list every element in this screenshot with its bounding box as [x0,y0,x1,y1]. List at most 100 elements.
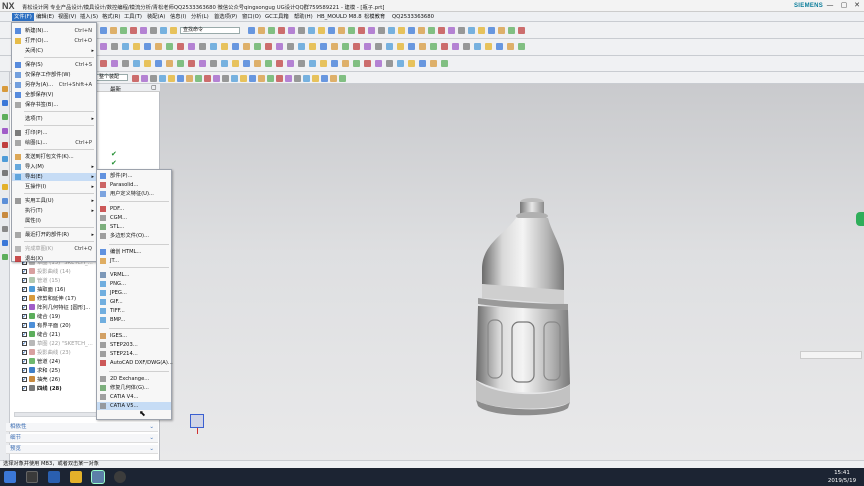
menu-analysis[interactable]: 分析(L) [189,13,211,21]
export-menu-item[interactable]: CATIA V5... [97,402,171,410]
export-menu-item[interactable]: 修复几何体(G)... [97,384,171,392]
file-menu-item[interactable]: 导出(E) ▸ [12,173,96,181]
menu-hb-mould[interactable]: HB_MOULD M8.8 [315,13,364,21]
resource-bar-icon[interactable] [2,170,8,176]
export-menu-item[interactable]: CGM... [97,214,171,222]
tree-row[interactable]: 草图 (22) "SKETCH_... [22,339,93,349]
menu-view[interactable]: 视图(V) [56,13,78,21]
resource-bar-icon[interactable] [2,100,8,106]
menu-info[interactable]: 信息(I) [168,13,188,21]
export-menu-item[interactable]: JT... [97,257,171,265]
resource-bar-icon[interactable] [2,156,8,162]
export-menu-item[interactable]: STL... [97,223,171,231]
export-menu-item[interactable]: 用户定义特征(U)... [97,190,171,198]
file-menu-item[interactable]: 打开(O)... Ctrl+O [12,37,96,45]
export-menu-item[interactable]: 多边形文件(O)... [97,232,171,240]
file-menu-item[interactable]: 新建(N)... Ctrl+N [12,27,96,35]
menu-insert[interactable]: 插入(S) [78,13,100,21]
file-menu-item[interactable]: 打印(P)... [12,129,96,137]
export-menu-item[interactable]: TIFF... [97,307,171,315]
resource-bar-icon[interactable] [2,128,8,134]
file-menu-item[interactable]: 发送到打包文件(K)... [12,153,96,161]
resource-bar-icon[interactable] [2,254,8,260]
tree-row[interactable]: 求和 (25) [22,366,60,376]
menu-qq[interactable]: QQ2533363680 [390,13,436,21]
section-preview[interactable]: 预览 ⌄ [6,445,158,454]
menu-file[interactable]: 文件(F) [12,13,34,21]
menu-assembly[interactable]: 装配(A) [145,13,167,21]
task-view-icon[interactable] [26,471,38,483]
export-menu-item[interactable]: PDF... [97,205,171,213]
side-panel-handle[interactable] [856,212,864,226]
nx-app-icon[interactable] [91,470,105,484]
tree-row[interactable]: 投影曲线 (23) [22,348,71,358]
export-menu-item[interactable]: 2D Exchange... [97,375,171,383]
tree-row[interactable]: 修剪和延伸 (17) [22,294,76,304]
export-menu-item[interactable]: 编创 HTML... [97,248,171,256]
tree-row[interactable]: 阵列几何特征 [圆形]... [22,303,90,313]
file-menu-item[interactable]: 保存(S) Ctrl+S [12,61,96,69]
file-menu-item[interactable]: 最近打开的部件(R) ▸ [12,231,96,239]
export-menu-item[interactable]: Parasolid... [97,181,171,189]
file-menu-item[interactable]: 属性(I) [12,217,96,225]
column-latest[interactable]: 最新 [110,85,121,93]
tree-row[interactable]: 缝合 (19) [22,312,60,322]
export-menu-item[interactable]: IGES... [97,332,171,340]
file-menu-item[interactable]: 全部保存(V) [12,91,96,99]
file-menu-item[interactable]: 另存为(A)... Ctrl+Shift+A [12,81,96,89]
file-menu-item[interactable]: 互操作(I) ▸ [12,183,96,191]
resource-bar-icon[interactable] [2,114,8,120]
menu-gc-toolbox[interactable]: GC工具箱 [263,13,291,21]
file-menu-item[interactable]: 执行(T) ▸ [12,207,96,215]
menu-help[interactable]: 帮助(H) [292,13,315,21]
file-menu-item[interactable]: 关闭(C) ▸ [12,47,96,55]
resource-bar-icon[interactable] [2,198,8,204]
resource-bar-icon[interactable] [2,240,8,246]
export-menu-item[interactable]: JPEG... [97,289,171,297]
minimize-button[interactable]: — [824,1,836,10]
menu-tools[interactable]: 工具(T) [122,13,144,21]
resource-bar-icon[interactable] [2,212,8,218]
file-menu-item[interactable]: 保存书签(B)... [12,101,96,109]
export-menu-item[interactable]: AutoCAD DXF/DWG(A)... [97,359,173,367]
tree-row[interactable]: 缝合 (21) [22,330,60,340]
menu-window[interactable]: 窗口(O) [240,13,263,21]
file-menu-item[interactable]: 退出(X) [12,255,96,263]
tree-row[interactable]: 投影曲线 (14) [22,267,71,277]
export-menu-item[interactable]: GIF... [97,298,171,306]
menu-edit[interactable]: 编辑(E) [34,13,56,21]
file-menu-item[interactable]: 绘图(L)... Ctrl+P [12,139,96,147]
view-icon-strip[interactable] [800,351,862,359]
export-menu-item[interactable]: 部件(P)... [97,172,171,180]
tree-row[interactable]: 有界平面 (20) [22,321,71,331]
export-menu-item[interactable]: CATIA V4... [97,393,171,401]
section-dependencies[interactable]: 相依性 ⌄ [6,423,158,432]
menu-education[interactable]: 松模教育 [362,13,387,21]
word-icon[interactable] [48,471,60,483]
navigator-options-icon[interactable]: ▢ [151,84,157,91]
resource-bar-icon[interactable] [2,184,8,190]
resource-bar-icon[interactable] [2,86,8,92]
tree-row[interactable]: 管道 (24) [22,357,60,367]
file-menu-item[interactable]: 仅保存工作部件(W) [12,71,96,79]
menu-format[interactable]: 格式(R) [100,13,122,21]
selection-scope-select[interactable]: 整个装配 [96,74,128,81]
tree-row[interactable]: 四线 (28) [22,384,62,394]
file-menu-item[interactable]: 完成草图(K) Ctrl+Q [12,245,96,253]
windows-start-icon[interactable] [4,471,16,483]
resource-bar-icon[interactable] [2,142,8,148]
folder-icon[interactable] [70,471,82,483]
export-menu-item[interactable]: PNG... [97,280,171,288]
tree-row[interactable]: 抽壳 (26) [22,375,60,385]
tree-row[interactable]: 管道 (15) [22,276,60,286]
file-menu-item[interactable]: 导入(M) ▸ [12,163,96,171]
resource-bar-icon[interactable] [2,226,8,232]
graphics-viewport[interactable] [160,84,864,460]
close-button[interactable]: ✕ [851,1,863,10]
export-menu-item[interactable]: VRML... [97,271,171,279]
command-search-input[interactable]: 查找命令 [180,27,240,34]
export-menu-item[interactable]: STEP214... [97,350,171,358]
maximize-button[interactable]: ▢ [838,1,850,10]
tree-row[interactable]: 抽取面 (16) [22,285,65,295]
export-menu-item[interactable]: BMP... [97,316,171,324]
